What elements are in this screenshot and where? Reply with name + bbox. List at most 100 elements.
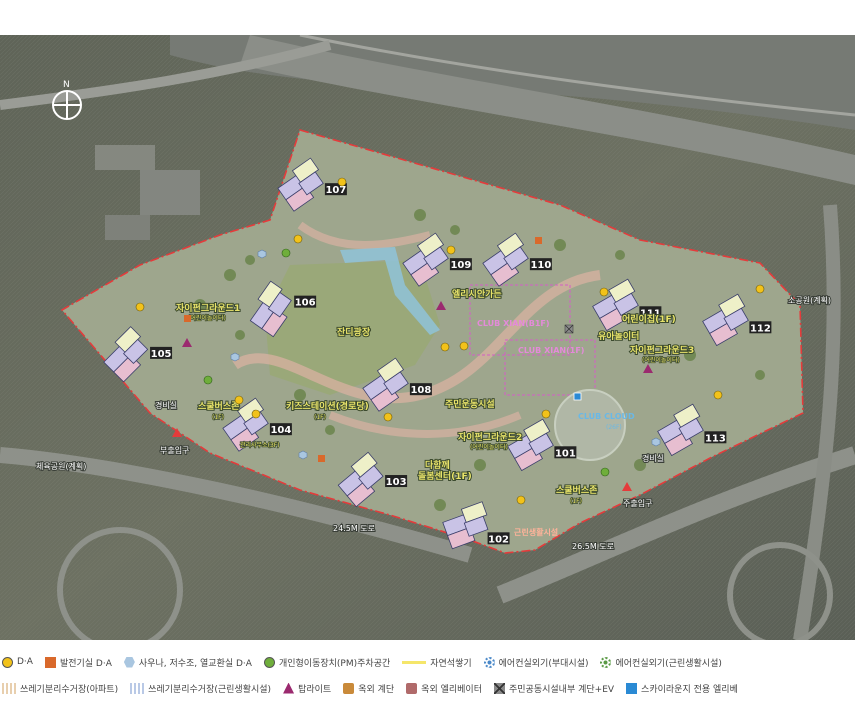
building-number: 104 <box>270 425 291 436</box>
building-number: 105 <box>151 349 172 360</box>
legend-label: 스카이라운지 전용 엘리베 <box>641 684 738 695</box>
legend-label: 쓰레기분리수거장(근린생활시설) <box>148 684 272 695</box>
site-map: 107109 110111112106105108104113103101102 … <box>0 35 855 640</box>
label-library-floor: (1F) <box>314 414 326 421</box>
legend-item: 주민공동시설내부 계단+EV <box>494 682 614 695</box>
label-elisian-garden: 엘리시안가든 <box>452 288 502 300</box>
da-marker <box>440 342 450 352</box>
building-number: 107 <box>325 185 346 196</box>
legend-row-2: 쓰레기분리수거장(아파트) 쓰레기분리수거장(근린생활시설) 탑라이트 옥외 계단 옥외… <box>2 679 750 697</box>
sauna-da-marker <box>257 249 267 259</box>
legend-label: 주민공동시설내부 계단+EV <box>509 684 615 695</box>
label-xi-greenyard1: 자이펀그라운드1 <box>176 302 240 314</box>
generator-da-marker <box>318 455 325 462</box>
label-xi-greenyard3-sub: (어린이놀이터) <box>642 356 680 364</box>
map-legend: D·A 발전기실 D·A 사우나, 저수조, 열교환실 D·A 개인형이동장치(PM)… <box>0 651 855 724</box>
building-number: 113 <box>705 433 726 444</box>
generator-da-marker <box>535 237 542 244</box>
da-marker <box>383 412 393 422</box>
building-number: 109 <box>450 260 471 271</box>
da-marker <box>251 409 261 419</box>
building-number: 108 <box>410 385 431 396</box>
legend-label: 옥외 엘리베이터 <box>421 684 482 695</box>
blue-hexagon <box>123 656 135 668</box>
sky-lounge-elevator-marker <box>573 392 582 401</box>
legend-label: 개인형이동장치(PM)주차공간 <box>278 658 391 669</box>
legend-label: 자연석쌓기 <box>430 658 472 669</box>
label-small-park: 소공원(계획) <box>788 295 831 305</box>
label-school-bus-2: 스쿨버스존 <box>556 484 597 496</box>
label-guard2: 경비실 <box>642 453 664 463</box>
legend-item: 쓰레기분리수거장(아파트) <box>2 682 118 695</box>
generator-da-marker <box>184 315 191 322</box>
legend-label: 에어컨실외기(근린생활시설) <box>615 658 722 669</box>
legend-item: 옥외 엘리베이터 <box>406 682 482 695</box>
pm-parking-marker <box>203 375 213 385</box>
legend-label: 옥외 계단 <box>358 684 395 695</box>
label-senior-center2: 돌봄센터(1F) <box>418 470 472 482</box>
blue-hatch <box>130 682 145 694</box>
label-school-bus-1: 스쿨버스존 <box>198 400 239 412</box>
label-xi-greenyard2-sub: (어린이놀이터) <box>470 443 508 451</box>
da-marker <box>135 302 145 312</box>
da-marker <box>337 177 347 187</box>
label-road2: 26.5M 도로 <box>572 542 614 551</box>
legend-label: 사우나, 저수조, 열교환실 D·A <box>138 658 252 669</box>
yellow-line <box>402 660 427 664</box>
green-circle <box>263 656 275 668</box>
internal-stairs-ev-marker <box>564 324 574 334</box>
cross-box-icon <box>494 682 505 694</box>
da-marker <box>541 409 551 419</box>
label-resident-sports: 주민운동시설 <box>445 398 495 410</box>
da-marker <box>599 287 609 297</box>
yellow-circle <box>2 656 13 668</box>
label-club-xian-b1: CLUB XIAN(B1F) <box>477 319 550 328</box>
label-club-cloud: CLUB CLOUD <box>578 412 635 421</box>
purple-triangle <box>283 682 295 694</box>
building-number: 101 <box>555 448 576 459</box>
da-marker <box>234 395 244 405</box>
compass-north-label: N <box>63 80 70 90</box>
blue-square <box>626 682 638 694</box>
label-school-bus-1-floor: (1F) <box>212 414 224 421</box>
sauna-da-marker <box>230 352 240 362</box>
da-marker <box>446 245 456 255</box>
label-library: 키즈스테이션(경로당) <box>286 400 369 412</box>
label-management: 관리사무소(3F) <box>240 441 280 449</box>
blue-fan <box>483 656 495 668</box>
green-fan <box>600 656 612 668</box>
da-marker <box>293 234 303 244</box>
building-number: 106 <box>295 298 316 309</box>
da-marker <box>516 495 526 505</box>
legend-item: D·A <box>2 656 33 668</box>
legend-item: 에어컨실외기(부대시설) <box>483 656 589 669</box>
da-marker <box>713 390 723 400</box>
label-senior-center: 다함께 <box>425 459 450 471</box>
legend-item: 탑라이트 <box>283 682 331 695</box>
da-marker <box>755 284 765 294</box>
label-school-bus-2-floor: (1F) <box>570 498 582 505</box>
legend-item: 스카이라운지 전용 엘리베 <box>626 682 738 695</box>
label-nursery: 유아놀이터 <box>598 330 639 342</box>
building-number: 110 <box>530 260 551 271</box>
legend-item: 쓰레기분리수거장(근린생활시설) <box>130 682 271 695</box>
label-neighborhood: 근린생활시설 <box>514 527 558 537</box>
label-club-cloud-floor: (26F) <box>606 424 622 431</box>
label-road1: 24.5M 도로 <box>333 524 375 533</box>
da-marker <box>459 341 469 351</box>
legend-row-1: D·A 발전기실 D·A 사우나, 저수조, 열교환실 D·A 개인형이동장치(PM)… <box>2 653 734 671</box>
label-sports-park: 체육공원(계획) <box>36 461 86 471</box>
sauna-da-marker <box>298 450 308 460</box>
label-daycare: 어린이집(1F) <box>622 313 676 325</box>
legend-label: 탑라이트 <box>298 684 332 695</box>
legend-item: 발전기실 D·A <box>44 656 112 669</box>
pm-parking-marker <box>281 248 291 258</box>
legend-item: 개인형이동장치(PM)주차공간 <box>263 656 391 669</box>
label-club-xian-1: CLUB XIAN(1F) <box>518 346 584 355</box>
beige-hatch <box>2 682 16 694</box>
legend-label: 에어컨실외기(부대시설) <box>498 658 589 669</box>
legend-item: 자연석쌓기 <box>402 656 472 669</box>
legend-item: 옥외 계단 <box>343 682 394 695</box>
legend-item: 사우나, 저수조, 열교환실 D·A <box>123 656 252 669</box>
label-main-gate: 주출입구 <box>623 498 652 508</box>
